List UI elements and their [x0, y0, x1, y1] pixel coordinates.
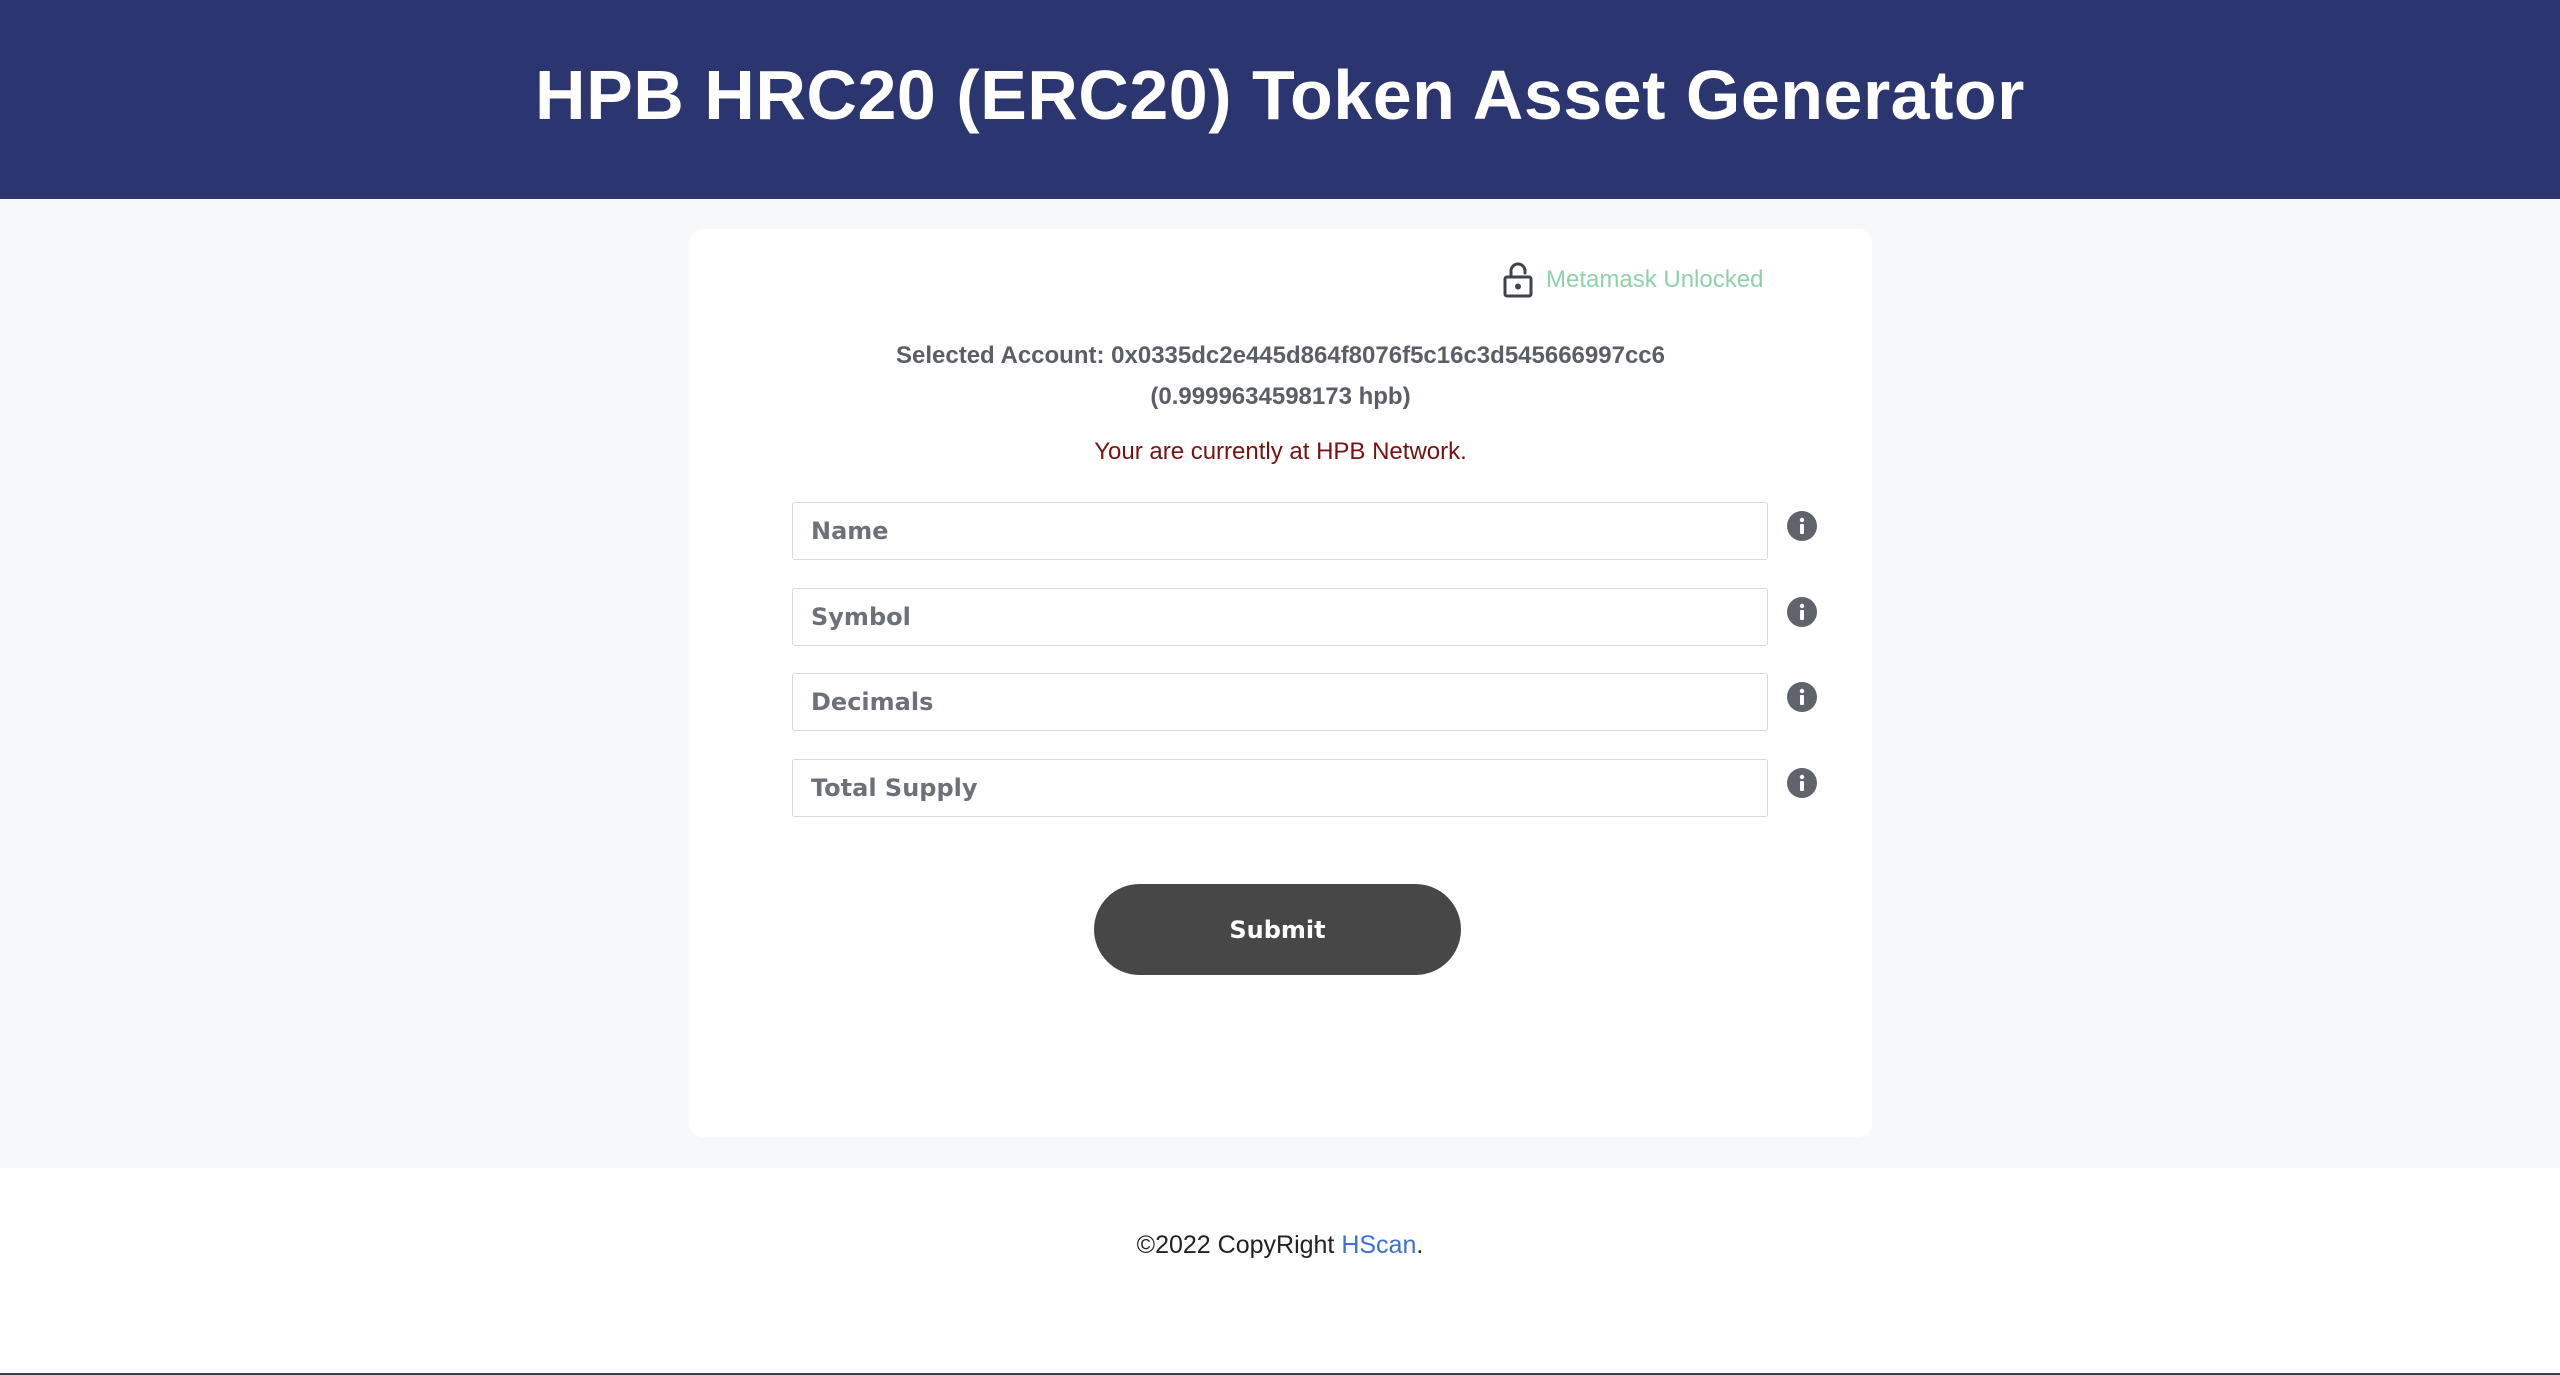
symbol-input[interactable]	[793, 589, 1767, 645]
copyright-prefix: ©2022 CopyRight	[1136, 1231, 1342, 1259]
account-balance: (0.9999634598173 hpb)	[1150, 383, 1411, 410]
total-supply-input[interactable]	[793, 760, 1767, 816]
page-footer	[0, 1168, 2560, 1375]
decimals-field	[792, 673, 1768, 731]
selected-account-address: 0x0335dc2e445d864f8076f5c16c3d545666997c…	[1111, 342, 1665, 369]
page-header: HPB HRC20 (ERC20) Token Asset Generator	[0, 0, 2560, 199]
name-field	[792, 502, 1768, 560]
total-supply-info-icon[interactable]	[1787, 768, 1817, 798]
lock-open-icon	[1503, 262, 1533, 298]
metamask-status: Metamask Unlocked	[1502, 262, 1763, 298]
name-info-icon[interactable]	[1787, 511, 1817, 541]
decimals-input[interactable]	[793, 674, 1767, 730]
selected-account: Selected Account: 0x0335dc2e445d864f8076…	[689, 342, 1872, 370]
symbol-info-icon[interactable]	[1787, 597, 1817, 627]
total-supply-field	[792, 759, 1768, 817]
selected-account-label: Selected Account:	[896, 342, 1112, 369]
metamask-status-text: Metamask Unlocked	[1546, 266, 1764, 293]
copyright-text: ©2022 CopyRight HScan.	[0, 1231, 2560, 1260]
submit-button[interactable]: Submit	[1094, 884, 1461, 975]
name-input[interactable]	[793, 503, 1767, 559]
copyright-suffix: .	[1416, 1231, 1424, 1259]
symbol-field	[792, 588, 1768, 646]
hscan-link[interactable]: HScan	[1341, 1231, 1416, 1259]
decimals-info-icon[interactable]	[1787, 682, 1817, 712]
page-title: HPB HRC20 (ERC20) Token Asset Generator	[535, 55, 2025, 134]
network-notice: Your are currently at HPB Network.	[1094, 438, 1467, 465]
